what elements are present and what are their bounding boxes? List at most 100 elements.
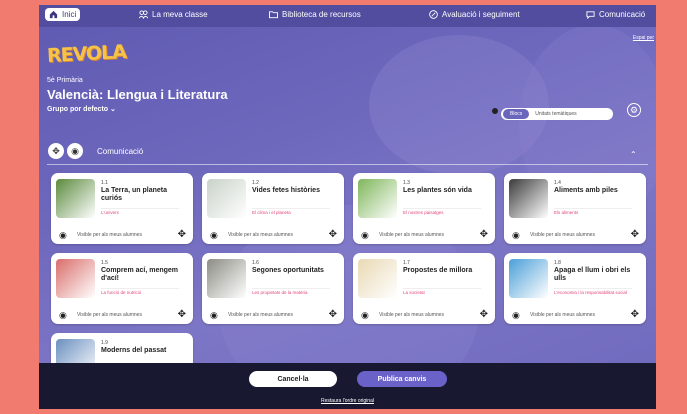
unit-topic: El nostres paisatges xyxy=(403,210,444,215)
unit-topic: L'univers xyxy=(101,210,119,215)
nav-home-label: Inici xyxy=(62,10,77,19)
eye-icon[interactable]: ◉ xyxy=(361,310,369,321)
restore-order-link[interactable]: Restaura l'ordre original xyxy=(39,398,656,404)
info-icon[interactable] xyxy=(492,108,498,114)
nav-communication-label: Comunicació xyxy=(599,10,646,19)
drag-handle-icon[interactable]: ✥ xyxy=(480,229,488,240)
unit-thumbnail xyxy=(56,179,95,218)
unit-number: 1.2 xyxy=(252,180,259,186)
nav-evaluation-link[interactable]: Avaluació i seguiment xyxy=(429,10,520,19)
eye-icon[interactable]: ◉ xyxy=(210,310,218,321)
unit-divider xyxy=(252,288,330,289)
bottom-action-bar: Cancel·la Publica canvis Restaura l'ordr… xyxy=(39,363,656,409)
drag-handle-icon[interactable]: ✥ xyxy=(329,229,337,240)
toggle-blocs[interactable]: Blocs xyxy=(503,109,530,119)
unit-thumbnail xyxy=(358,259,397,298)
unit-title: Apaga el llum i obri els ulls xyxy=(554,267,631,282)
unit-title: Propostes de millora xyxy=(403,267,473,274)
grade-label: 5è Primària xyxy=(47,77,83,84)
chat-bubble-icon xyxy=(586,11,595,19)
eye-icon[interactable]: ◉ xyxy=(67,143,83,159)
unit-card[interactable]: 1.5 Comprem ací, mengem d'ací! La funció d… xyxy=(51,253,193,324)
visible-label: Visible per als meus alumnes xyxy=(379,232,444,238)
nav-home-button[interactable]: Inici xyxy=(45,8,81,21)
visible-label: Visible per als meus alumnes xyxy=(77,232,142,238)
unit-topic: El clima i el planeta xyxy=(252,210,291,215)
drag-handle-icon[interactable]: ✥ xyxy=(480,309,488,320)
unit-thumbnail xyxy=(207,179,246,218)
unit-card[interactable]: 1.1 La Terra, un planeta curiós L'univers ◉… xyxy=(51,173,193,244)
visible-label: Visible per als meus alumnes xyxy=(228,232,293,238)
unit-divider xyxy=(403,288,481,289)
nav-library-link[interactable]: Biblioteca de recursos xyxy=(269,10,361,19)
unit-card[interactable]: 1.8 Apaga el llum i obri els ulls L'econom… xyxy=(504,253,646,324)
unit-divider xyxy=(252,208,330,209)
unit-topic: La societat xyxy=(403,290,425,295)
people-icon xyxy=(139,10,148,19)
drag-handle-icon[interactable]: ✥ xyxy=(48,143,64,159)
unit-thumbnail xyxy=(207,259,246,298)
unit-divider xyxy=(403,208,481,209)
toggle-units[interactable]: Unitats temàtiques xyxy=(529,109,582,119)
unit-title: Moderns del passat xyxy=(101,347,167,354)
unit-topic: Els aliments xyxy=(554,210,579,215)
unit-card[interactable]: 1.7 Propostes de millora La societat ◉ Visib… xyxy=(353,253,495,324)
unit-topic: La funció de nutrició xyxy=(101,290,142,295)
nav-class-link[interactable]: La meva classe xyxy=(139,10,208,19)
drag-handle-icon[interactable]: ✥ xyxy=(178,229,186,240)
visible-label: Visible per als meus alumnes xyxy=(77,312,142,318)
group-selector[interactable]: Grupo por defecto ⌄ xyxy=(47,105,116,113)
unit-thumbnail xyxy=(56,259,95,298)
unit-number: 1.3 xyxy=(403,180,410,186)
drag-handle-icon[interactable]: ✥ xyxy=(631,229,639,240)
eye-icon[interactable]: ◉ xyxy=(512,230,520,241)
unit-card[interactable]: 1.2 Vides fetes històries El clima i el pl… xyxy=(202,173,344,244)
nav-communication-link[interactable]: Comunicació xyxy=(586,10,645,19)
unit-number: 1.1 xyxy=(101,180,108,186)
unit-number: 1.8 xyxy=(554,260,561,266)
unit-number: 1.9 xyxy=(101,340,108,346)
eye-icon[interactable]: ◉ xyxy=(361,230,369,241)
drag-handle-icon[interactable]: ✥ xyxy=(178,309,186,320)
unit-number: 1.6 xyxy=(252,260,259,266)
revola-logo: REVOLA xyxy=(46,40,127,68)
cancel-button[interactable]: Cancel·la xyxy=(249,371,337,387)
eye-icon[interactable]: ◉ xyxy=(59,310,67,321)
unit-divider xyxy=(554,208,632,209)
drag-handle-icon[interactable]: ✥ xyxy=(631,309,639,320)
chevron-up-icon[interactable]: ⌃ xyxy=(630,150,637,159)
skip-link[interactable]: Espai per xyxy=(633,35,654,41)
nav-library-label: Biblioteca de recursos xyxy=(282,10,361,19)
unit-title: La Terra, un planeta curiós xyxy=(101,187,167,202)
visible-label: Visible per als meus alumnes xyxy=(530,312,595,318)
unit-title: Vides fetes històries xyxy=(252,187,320,194)
eye-icon[interactable]: ◉ xyxy=(210,230,218,241)
unit-topic: Les propietats de la matèria xyxy=(252,290,308,295)
unit-topic: L'economia i la responsabilitat social xyxy=(554,290,627,295)
view-toggle[interactable]: Blocs Unitats temàtiques xyxy=(501,108,613,120)
unit-number: 1.4 xyxy=(554,180,561,186)
home-icon xyxy=(49,10,58,19)
eye-icon[interactable]: ◉ xyxy=(512,310,520,321)
unit-card[interactable]: 1.6 Segones oportunitats Les propietats de… xyxy=(202,253,344,324)
folder-icon xyxy=(269,11,278,19)
unit-number: 1.5 xyxy=(101,260,108,266)
nav-evaluation-label: Avaluació i seguiment xyxy=(442,10,520,19)
unit-card[interactable]: 1.4 Aliments amb piles Els aliments ◉ Visibl… xyxy=(504,173,646,244)
group-label: Grupo por defecto xyxy=(47,106,109,113)
eye-icon[interactable]: ◉ xyxy=(59,230,67,241)
visible-label: Visible per als meus alumnes xyxy=(379,312,444,318)
top-navigation: Inici La meva classe Biblioteca de recur… xyxy=(39,5,656,27)
unit-number: 1.7 xyxy=(403,260,410,266)
nav-class-label: La meva classe xyxy=(152,10,208,19)
visible-label: Visible per als meus alumnes xyxy=(228,312,293,318)
unit-title: Segones oportunitats xyxy=(252,267,324,274)
pencil-circle-icon xyxy=(429,10,438,19)
unit-divider xyxy=(554,288,632,289)
drag-handle-icon[interactable]: ✥ xyxy=(329,309,337,320)
settings-gear-icon[interactable]: ⚙ xyxy=(627,103,641,117)
publish-button[interactable]: Publica canvis xyxy=(357,371,447,387)
section-divider xyxy=(47,164,648,165)
unit-divider xyxy=(101,288,179,289)
unit-card[interactable]: 1.3 Les plantes són vida El nostres paisat… xyxy=(353,173,495,244)
